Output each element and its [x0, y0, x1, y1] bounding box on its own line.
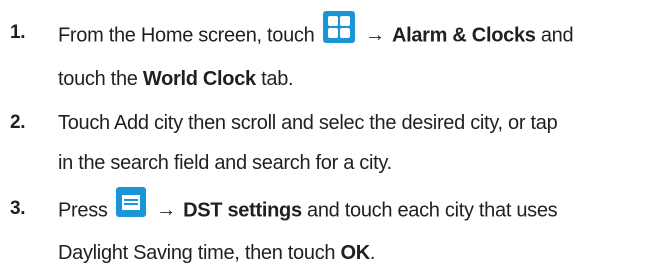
world-clock-label: World Clock — [142, 68, 256, 90]
step-text: and — [540, 24, 574, 47]
step-text: tab. — [261, 68, 294, 90]
dst-settings-label: DST settings — [183, 199, 302, 222]
arrow: → — [364, 24, 385, 47]
step-text: and touch each city that uses — [307, 199, 558, 222]
step-text: From the Home screen, touch — [58, 24, 315, 47]
step-1: 1. From the Home screen, touch → Alarm &… — [0, 11, 668, 99]
arrow: → — [156, 199, 176, 222]
step-1-line-2: touch the World Clock tab. — [58, 59, 668, 99]
step-number: 3. — [10, 198, 26, 219]
step-text: Daylight Saving time, then touch — [58, 242, 336, 264]
step-number: 1. — [10, 22, 26, 43]
step-text: touch the — [58, 68, 138, 90]
step-text: . — [369, 242, 376, 264]
step-3: 3. Press → DST settings and touch each c… — [0, 187, 668, 273]
step-number: 2. — [10, 112, 26, 133]
apps-grid-icon — [322, 11, 355, 57]
ok-label: OK — [340, 242, 371, 264]
menu-key-icon — [115, 187, 146, 231]
step-1-line-1: From the Home screen, touch → Alarm & Cl… — [58, 11, 668, 59]
step-2-line-2: in the search field and search for a cit… — [58, 152, 392, 174]
step-3-line-1: Press → DST settings and touch each city… — [58, 187, 668, 233]
step-text: Press — [58, 199, 108, 222]
alarm-clocks-label: Alarm & Clocks — [391, 24, 536, 47]
step-2: 2. Touch Add city then scroll and selec … — [0, 103, 668, 183]
step-2-line-1: Touch Add city then scroll and selec the… — [58, 112, 558, 134]
step-3-line-2: Daylight Saving time, then touch OK. — [58, 233, 668, 273]
